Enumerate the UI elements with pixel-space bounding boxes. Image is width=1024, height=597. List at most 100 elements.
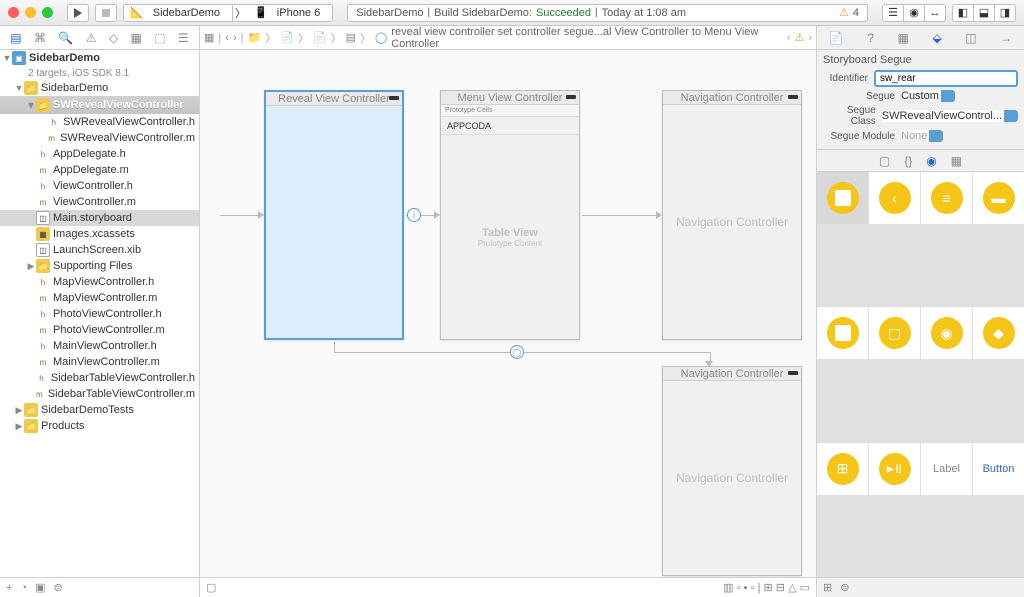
resolve-button[interactable]: △	[788, 582, 796, 594]
avkit-player-object[interactable]: ⊞	[817, 443, 868, 495]
resizing-button[interactable]: ▭	[800, 582, 810, 594]
find-navigator-tab[interactable]: 🔍	[58, 31, 73, 45]
align-button[interactable]: ⊞	[764, 582, 773, 594]
toggle-debug-button[interactable]: ⬓	[973, 4, 995, 22]
disclosure-icon[interactable]: ▼	[14, 83, 24, 93]
zoom-in-button[interactable]: ▫	[751, 582, 755, 594]
navigation-controller-object[interactable]: ‹	[869, 172, 920, 224]
segue-class-field[interactable]: SWRevealViewControl...	[882, 110, 1018, 122]
toggle-utilities-button[interactable]: ◨	[994, 4, 1016, 22]
page-view-controller-object[interactable]: ▢	[869, 307, 920, 359]
disclosure-icon[interactable]: ▶	[14, 421, 24, 432]
tree-item[interactable]: mMapViewController.m	[0, 290, 199, 306]
identity-inspector-tab[interactable]: ▦	[898, 31, 909, 45]
segue-module-popup[interactable]: None	[901, 130, 943, 142]
folder-icon[interactable]: 📁	[247, 31, 261, 44]
storyboard-canvas[interactable]: Reveal View Controller i Menu View Contr…	[200, 50, 816, 577]
library-view-mode-button[interactable]: ⊞	[823, 581, 832, 594]
folder-icon[interactable]: 📄	[313, 31, 327, 44]
document-outline-toggle[interactable]: ▢	[206, 581, 216, 594]
object-library-tab[interactable]: ◉	[926, 154, 936, 168]
segue-icon[interactable]: ◯	[510, 345, 524, 359]
zoom-actual-button[interactable]: ▪	[744, 582, 748, 594]
zoom-window-button[interactable]	[42, 7, 53, 18]
close-window-button[interactable]	[8, 7, 19, 18]
disclosure-icon[interactable]: ▼	[26, 100, 36, 110]
filter-scm-button[interactable]: ▣	[35, 581, 45, 594]
standard-editor-button[interactable]: ☰	[882, 4, 904, 22]
tree-item[interactable]: ▶📁Supporting Files	[0, 258, 199, 274]
stop-button[interactable]	[95, 4, 117, 22]
connections-inspector-tab[interactable]: →	[1000, 31, 1012, 45]
prototype-cell[interactable]: APPCODA	[441, 117, 579, 135]
table-view-controller-object[interactable]: ≡	[921, 172, 972, 224]
tree-item[interactable]: mSWRevealViewController.m	[0, 130, 199, 146]
pin-button[interactable]: ⊟	[776, 582, 785, 594]
size-class-button[interactable]: ▥	[723, 582, 733, 594]
object-library-grid[interactable]: ‹ ≡ ▬ ▢ ◉ ◆ ⊞ ▸॥ Label Button	[817, 172, 1024, 577]
scene-icon[interactable]: ▤	[346, 31, 356, 44]
tree-item[interactable]: hMapViewController.h	[0, 274, 199, 290]
breakpoint-navigator-tab[interactable]: ⬚	[154, 31, 165, 45]
test-navigator-tab[interactable]: ◇	[109, 31, 118, 45]
code-snippet-library-tab[interactable]: {}	[904, 154, 912, 168]
tree-item[interactable]: ◫LaunchScreen.xib	[0, 242, 199, 258]
back-button[interactable]: ‹	[225, 32, 229, 44]
toggle-navigator-button[interactable]: ◧	[952, 4, 974, 22]
tree-item[interactable]: hAppDelegate.h	[0, 146, 199, 162]
minimize-window-button[interactable]	[25, 7, 36, 18]
tree-item[interactable]: mPhotoViewController.m	[0, 322, 199, 338]
issue-navigator-tab[interactable]: ⚠	[86, 31, 97, 45]
related-items-icon[interactable]: ▦	[204, 31, 214, 44]
warning-icon[interactable]: ⚠	[839, 6, 849, 19]
tree-item[interactable]: ▼📁SidebarDemo	[0, 80, 199, 96]
reveal-view-controller-scene[interactable]: Reveal View Controller	[264, 90, 404, 340]
filter-recent-button[interactable]: ◔	[20, 582, 27, 594]
library-filter-field[interactable]: ⊜	[840, 581, 849, 594]
glkit-view-controller-object[interactable]: ◉	[921, 307, 972, 359]
tree-item[interactable]: ▶📁SidebarDemoTests	[0, 402, 199, 418]
label-object[interactable]: Label	[921, 443, 972, 495]
identifier-field[interactable]	[874, 70, 1018, 87]
warning-icon[interactable]: ⚠	[794, 31, 804, 44]
report-navigator-tab[interactable]: ☰	[178, 31, 189, 45]
project-root[interactable]: ▼▣ SidebarDemo	[0, 50, 199, 66]
object-object[interactable]: ▸॥	[869, 443, 920, 495]
collection-view-controller-object[interactable]: ◆	[973, 307, 1024, 359]
symbol-navigator-tab[interactable]: ⌘	[34, 31, 46, 45]
zoom-out-button[interactable]: ▫	[737, 582, 741, 594]
tree-item[interactable]: ▼📁SWRevealViewController	[0, 96, 199, 114]
jump-bar-path[interactable]: reveal view controller set controller se…	[391, 26, 778, 50]
split-view-controller-object[interactable]	[817, 307, 868, 359]
segue-icon[interactable]: i	[407, 208, 421, 222]
file-inspector-tab[interactable]: 📄	[829, 31, 844, 45]
tree-item[interactable]: mAppDelegate.m	[0, 162, 199, 178]
tree-item[interactable]: hSWRevealViewController.h	[0, 114, 199, 130]
size-inspector-tab[interactable]: ◫	[965, 31, 976, 45]
disclosure-icon[interactable]: ▶	[26, 261, 36, 272]
tree-item[interactable]: ◫Main.storyboard	[0, 210, 199, 226]
tree-item[interactable]: hSidebarTableViewController.h	[0, 370, 199, 386]
jump-bar[interactable]: ▦ | ‹ › | 📁〉 📄〉 📄〉 ▤〉 ◯ reveal view cont…	[200, 26, 816, 50]
file-template-library-tab[interactable]: ▢	[879, 154, 890, 168]
forward-button[interactable]: ›	[233, 32, 237, 44]
segue-kind-popup[interactable]: Custom	[901, 90, 955, 102]
tree-item[interactable]: ▶📁Products	[0, 418, 199, 434]
tree-item[interactable]: ▦Images.xcassets	[0, 226, 199, 242]
tree-item[interactable]: mMainViewController.m	[0, 354, 199, 370]
tree-item[interactable]: mViewController.m	[0, 194, 199, 210]
tree-item[interactable]: hViewController.h	[0, 178, 199, 194]
warning-count[interactable]: 4	[853, 7, 859, 19]
filter-field[interactable]: ⊜	[54, 581, 63, 594]
run-button[interactable]	[67, 4, 89, 22]
media-library-tab[interactable]: ▦	[951, 154, 962, 168]
navigation-controller-scene-2[interactable]: Navigation Controller Navigation Control…	[662, 366, 802, 576]
attributes-inspector-tab[interactable]: ⬙	[932, 31, 941, 45]
add-button[interactable]: +	[6, 582, 12, 594]
button-object[interactable]: Button	[973, 443, 1024, 495]
view-controller-object[interactable]	[817, 172, 868, 224]
tree-item[interactable]: mSidebarTableViewController.m	[0, 386, 199, 402]
segue-icon[interactable]: ◯	[375, 31, 387, 44]
entry-point-arrow[interactable]	[220, 215, 260, 216]
assistant-editor-button[interactable]: ◉	[903, 4, 925, 22]
